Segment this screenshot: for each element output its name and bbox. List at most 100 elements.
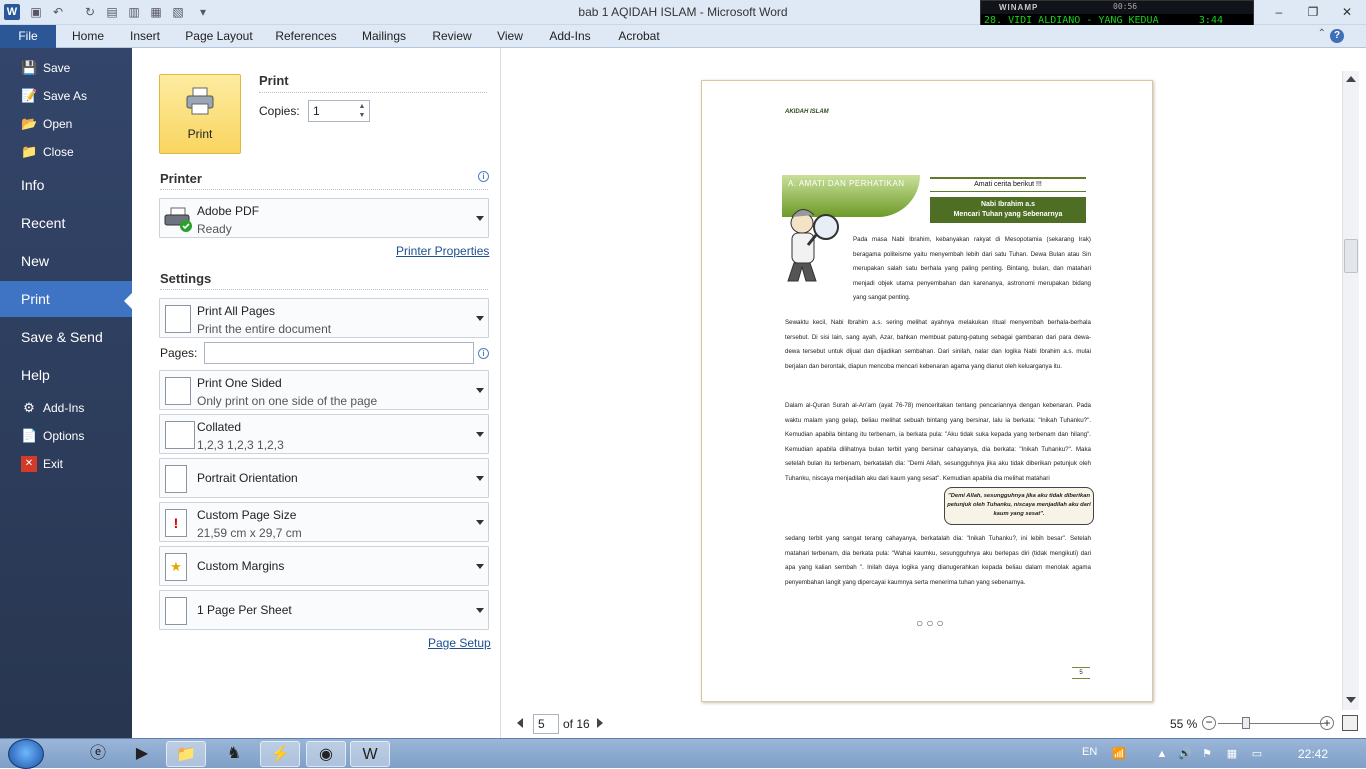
nav-save[interactable]: 💾 Save bbox=[0, 55, 132, 81]
printer-dropdown[interactable]: Adobe PDF Ready bbox=[159, 198, 489, 238]
margins-star-icon: ★ bbox=[165, 553, 187, 581]
printer-status: Ready bbox=[197, 222, 232, 236]
quote-callout: "Demi Allah, sesungguhnya jika aku tidak… bbox=[944, 487, 1094, 525]
nav-help[interactable]: Help bbox=[0, 357, 132, 393]
current-page-input[interactable]: 5 bbox=[533, 714, 559, 734]
chevron-down-icon bbox=[476, 564, 484, 569]
divider bbox=[160, 289, 488, 290]
collated-icon bbox=[165, 421, 195, 449]
tab-insert[interactable]: Insert bbox=[124, 25, 166, 48]
save-icon: 💾 bbox=[21, 60, 38, 75]
pages-info-icon[interactable]: i bbox=[478, 348, 489, 359]
action-center-icon[interactable]: ⚑ bbox=[1200, 747, 1214, 761]
observe-caption: Amati cerita berikut !!! bbox=[930, 177, 1086, 192]
maximize-button[interactable]: ❐ bbox=[1300, 3, 1326, 21]
minimize-ribbon-icon[interactable]: ⌃ bbox=[1318, 28, 1326, 39]
one-sided-icon bbox=[165, 377, 191, 405]
tab-page-layout[interactable]: Page Layout bbox=[182, 25, 256, 48]
exit-icon: ✕ bbox=[21, 456, 37, 472]
nav-info[interactable]: Info bbox=[0, 167, 132, 203]
add-ins-icon: ⚙ bbox=[23, 400, 35, 415]
next-page-icon[interactable] bbox=[597, 718, 603, 728]
scroll-up-icon[interactable] bbox=[1346, 76, 1356, 82]
backstage-nav: 💾 Save 📝 Save As 📂 Open 📁 Close Info Recent … bbox=[0, 48, 132, 738]
detective-cartoon-image bbox=[787, 209, 839, 282]
print-button[interactable]: Print bbox=[159, 74, 241, 154]
tray-expand-icon[interactable]: ▲ bbox=[1155, 747, 1169, 761]
document-running-header: AKIDAH ISLAM bbox=[785, 109, 829, 115]
nav-recent[interactable]: Recent bbox=[0, 205, 132, 241]
copies-input[interactable]: 1 ▲ ▼ bbox=[308, 100, 370, 122]
chevron-down-icon bbox=[476, 520, 484, 525]
help-icon[interactable]: ? bbox=[1330, 29, 1344, 43]
nav-print[interactable]: Print bbox=[0, 281, 132, 317]
nav-exit[interactable]: ✕ Exit bbox=[0, 451, 132, 477]
tab-mailings[interactable]: Mailings bbox=[356, 25, 412, 48]
nav-add-ins[interactable]: ⚙ Add-Ins bbox=[0, 395, 132, 421]
zoom-to-page-icon[interactable] bbox=[1342, 715, 1358, 731]
word-taskbar-icon[interactable]: W bbox=[350, 741, 390, 767]
chevron-down-icon bbox=[476, 216, 484, 221]
internet-explorer-icon[interactable]: ⓔ bbox=[78, 741, 118, 767]
page-size-dropdown[interactable]: ! Custom Page Size 21,59 cm x 29,7 cm bbox=[159, 502, 489, 542]
print-range-dropdown[interactable]: Print All Pages Print the entire documen… bbox=[159, 298, 489, 338]
printer-info-icon[interactable]: i bbox=[478, 171, 489, 182]
zoom-out-icon[interactable]: − bbox=[1202, 716, 1216, 730]
windows-taskbar: ⓔ ▶ 📁 ♞ ⚡ ◉ W EN 📶 ▲ 🔊 ⚑ ▦ ▭ 22:42 bbox=[0, 738, 1366, 769]
zoom-level[interactable]: 55 % bbox=[1170, 717, 1197, 731]
tab-acrobat[interactable]: Acrobat bbox=[612, 25, 666, 48]
tab-references[interactable]: References bbox=[272, 25, 340, 48]
nav-save-send[interactable]: Save & Send bbox=[0, 319, 132, 355]
preview-scrollbar[interactable] bbox=[1342, 71, 1359, 710]
firefox-icon[interactable]: ◉ bbox=[306, 741, 346, 767]
zoom-slider-thumb[interactable] bbox=[1242, 717, 1250, 729]
preview-page-navigation: 5 of 16 55 % − + bbox=[502, 710, 1366, 738]
printer-icon bbox=[186, 87, 214, 115]
collation-dropdown[interactable]: Collated 1,2,3 1,2,3 1,2,3 bbox=[159, 414, 489, 454]
tab-home[interactable]: Home bbox=[66, 25, 110, 48]
pages-input[interactable] bbox=[204, 342, 474, 364]
input-language[interactable]: EN bbox=[1082, 746, 1097, 758]
printer-properties-link[interactable]: Printer Properties bbox=[396, 244, 489, 258]
tab-add-ins[interactable]: Add-Ins bbox=[544, 25, 596, 48]
scroll-thumb[interactable] bbox=[1344, 239, 1358, 273]
settings-heading: Settings bbox=[160, 271, 212, 286]
portrait-icon bbox=[165, 465, 187, 493]
chevron-down-icon bbox=[476, 476, 484, 481]
close-folder-icon: 📁 bbox=[21, 144, 38, 159]
margins-dropdown[interactable]: ★ Custom Margins bbox=[159, 546, 489, 586]
start-button[interactable] bbox=[8, 739, 44, 769]
winamp-taskbar-icon[interactable]: ⚡ bbox=[260, 741, 300, 767]
tab-review[interactable]: Review bbox=[428, 25, 476, 48]
tab-file[interactable]: File bbox=[0, 25, 56, 48]
pages-per-sheet-dropdown[interactable]: 1 Page Per Sheet bbox=[159, 590, 489, 630]
previous-page-icon[interactable] bbox=[517, 718, 523, 728]
sides-dropdown[interactable]: Print One Sided Only print on one side o… bbox=[159, 370, 489, 410]
copies-spinner[interactable]: ▲ ▼ bbox=[357, 102, 367, 120]
tray-app-icon[interactable]: ▦ bbox=[1225, 747, 1239, 761]
copies-label: Copies: bbox=[259, 104, 300, 118]
page-setup-link[interactable]: Page Setup bbox=[428, 636, 491, 650]
close-window-button[interactable]: ✕ bbox=[1334, 3, 1360, 21]
explorer-icon[interactable]: 📁 bbox=[166, 741, 206, 767]
nav-close[interactable]: 📁 Close bbox=[0, 139, 132, 165]
chevron-down-icon bbox=[476, 608, 484, 613]
system-clock[interactable]: 22:42 bbox=[1298, 747, 1328, 761]
zoom-slider[interactable] bbox=[1218, 723, 1324, 724]
scroll-down-icon[interactable] bbox=[1346, 697, 1356, 703]
printer-name: Adobe PDF bbox=[197, 204, 260, 218]
nav-options[interactable]: 📄 Options bbox=[0, 423, 132, 449]
tab-view[interactable]: View bbox=[492, 25, 528, 48]
display-icon[interactable]: ▭ bbox=[1250, 747, 1264, 761]
media-player-icon[interactable]: ▶ bbox=[122, 741, 162, 767]
chess-icon[interactable]: ♞ bbox=[214, 741, 254, 767]
winamp-player[interactable]: WINAMP 00:56 28. VIDI ALDIANO - YANG KED… bbox=[980, 0, 1254, 28]
nav-open[interactable]: 📂 Open bbox=[0, 111, 132, 137]
orientation-dropdown[interactable]: Portrait Orientation bbox=[159, 458, 489, 498]
minimize-button[interactable]: – bbox=[1266, 3, 1292, 21]
network-icon[interactable]: 📶 bbox=[1112, 747, 1126, 761]
volume-icon[interactable]: 🔊 bbox=[1178, 747, 1192, 761]
zoom-in-icon[interactable]: + bbox=[1320, 716, 1334, 730]
nav-new[interactable]: New bbox=[0, 243, 132, 279]
nav-save-as[interactable]: 📝 Save As bbox=[0, 83, 132, 109]
